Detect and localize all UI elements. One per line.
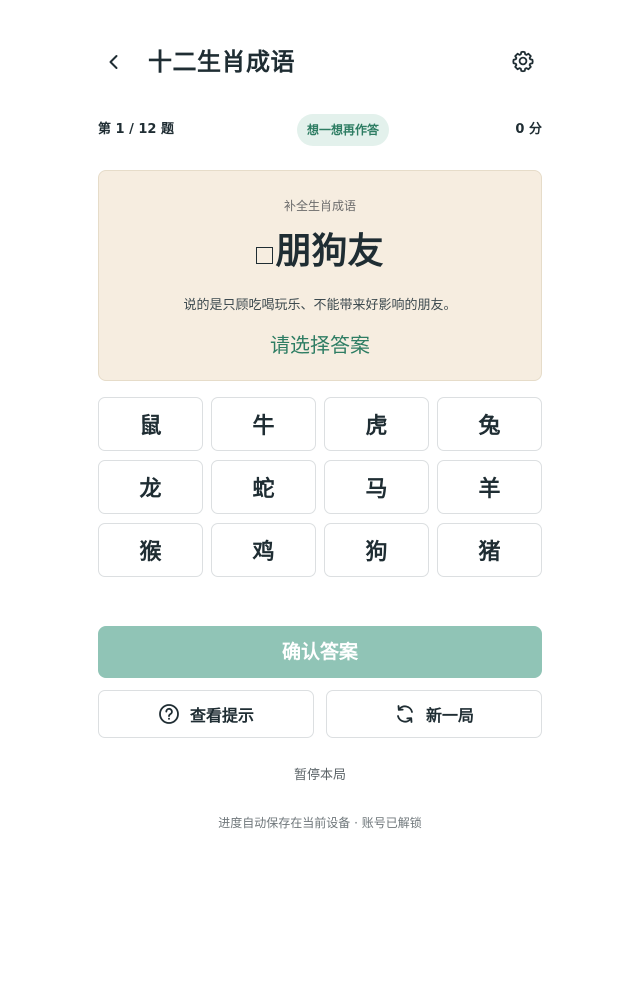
option-horse[interactable]: 马 [324, 460, 429, 514]
idiom-display: 朋狗友 [99, 229, 541, 275]
option-dragon[interactable]: 龙 [98, 460, 203, 514]
option-dog[interactable]: 狗 [324, 523, 429, 577]
settings-button[interactable] [506, 44, 540, 78]
page-title: 十二生肖成语 [148, 48, 295, 76]
option-goat[interactable]: 羊 [437, 460, 542, 514]
option-rat[interactable]: 鼠 [98, 397, 203, 451]
answer-prompt: 请选择答案 [270, 333, 370, 357]
option-rooster[interactable]: 鸡 [211, 523, 316, 577]
idiom-description: 说的是只顾吃喝玩乐、不能带来好影响的朋友。 [183, 298, 457, 313]
idiom-text: 朋狗友 [275, 231, 384, 272]
question-progress: 第 1 / 12 题 [98, 122, 174, 137]
footer-note: 进度自动保存在当前设备 · 账号已解锁 [218, 816, 422, 830]
confirm-answer-button[interactable]: 确认答案 [98, 626, 542, 678]
answer-options-grid: 鼠 牛 虎 兔 龙 蛇 马 羊 猴 鸡 狗 猪 [98, 397, 542, 577]
game-screen: 十二生肖成语 第 1 / 12 题 想一想再作答 0 分 补全生肖成语 朋狗友 … [0, 0, 640, 1000]
option-pig[interactable]: 猪 [437, 523, 542, 577]
option-monkey[interactable]: 猴 [98, 523, 203, 577]
refresh-icon [394, 703, 416, 725]
option-snake[interactable]: 蛇 [211, 460, 316, 514]
gear-icon [512, 50, 534, 73]
back-button[interactable] [98, 46, 130, 78]
view-hint-button[interactable]: 查看提示 [98, 690, 314, 738]
question-circle-icon [158, 703, 180, 725]
score-display: 0 分 [515, 122, 542, 137]
new-game-button[interactable]: 新一局 [326, 690, 542, 738]
blank-box [256, 247, 274, 264]
option-rabbit[interactable]: 兔 [437, 397, 542, 451]
view-hint-label: 查看提示 [189, 706, 254, 725]
think-hint-badge: 想一想再作答 [297, 114, 389, 146]
question-card: 补全生肖成语 朋狗友 说的是只顾吃喝玩乐、不能带来好影响的朋友。 请选择答案 [98, 170, 542, 381]
chevron-left-icon [109, 55, 118, 69]
pause-game-link[interactable]: 暂停本局 [0, 764, 640, 783]
new-game-label: 新一局 [425, 706, 474, 725]
option-ox[interactable]: 牛 [211, 397, 316, 451]
option-tiger[interactable]: 虎 [324, 397, 429, 451]
question-subtitle: 补全生肖成语 [283, 199, 356, 213]
